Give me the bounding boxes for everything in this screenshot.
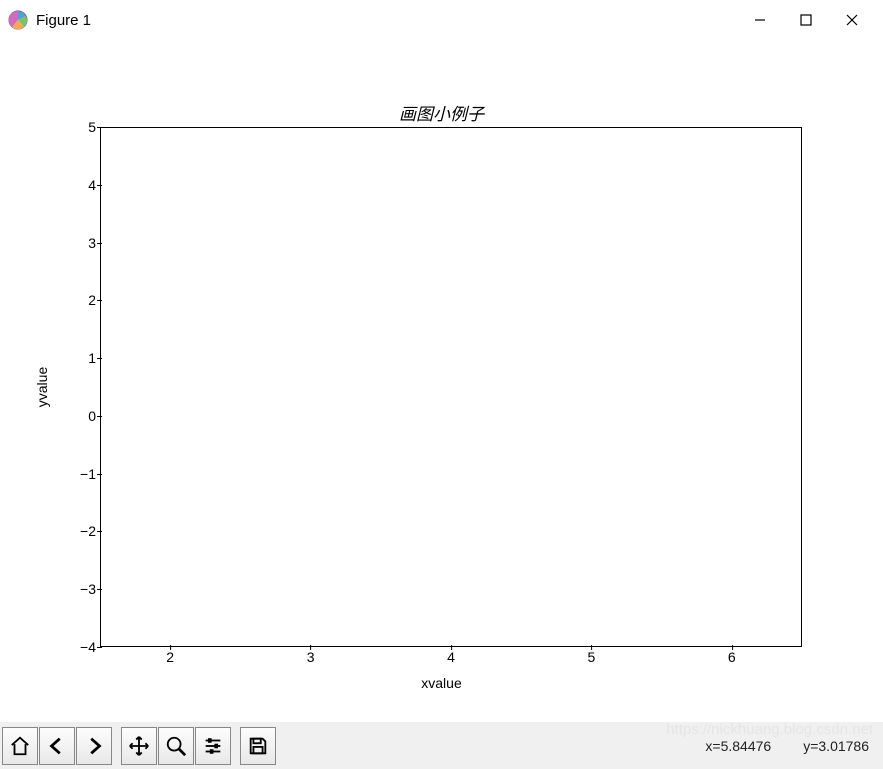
axes-box [100, 127, 802, 647]
x-tick-label: 6 [728, 649, 736, 665]
maximize-button[interactable] [783, 4, 829, 36]
matplotlib-icon [8, 10, 28, 30]
y-tick-label: −4 [0, 639, 96, 655]
home-button[interactable] [2, 727, 38, 765]
close-button[interactable] [829, 4, 875, 36]
y-tick-label: −1 [0, 466, 96, 482]
configure-button[interactable] [195, 727, 231, 765]
x-axis-label: xvalue [0, 675, 883, 691]
x-tick-label: 4 [447, 649, 455, 665]
y-axis-label: yvalue [34, 367, 50, 407]
y-tick-label: 1 [0, 350, 96, 366]
minimize-button[interactable] [737, 4, 783, 36]
titlebar: Figure 1 [0, 0, 883, 40]
y-tick-label: −2 [0, 523, 96, 539]
window-title: Figure 1 [36, 12, 91, 29]
x-tick-label: 5 [587, 649, 595, 665]
back-button[interactable] [39, 727, 75, 765]
x-tick-label: 3 [307, 649, 315, 665]
y-tick-label: 0 [0, 408, 96, 424]
y-tick-label: 2 [0, 292, 96, 308]
toolbar: x=5.84476 y=3.01786 [0, 722, 883, 769]
y-tick-label: 4 [0, 177, 96, 193]
y-tick-label: 3 [0, 235, 96, 251]
forward-button[interactable] [76, 727, 112, 765]
y-tick-label: −3 [0, 581, 96, 597]
window-controls [737, 4, 875, 36]
plot-canvas[interactable]: 画图小例子 yvalue xvalue −4 −3 −2 −1 0 1 2 3 4 5 2 3 4 5 6 [0, 45, 883, 722]
y-coord: y=3.01786 [803, 738, 869, 754]
pan-button[interactable] [121, 727, 157, 765]
zoom-button[interactable] [158, 727, 194, 765]
chart-title: 画图小例子 [0, 100, 883, 125]
x-coord: x=5.84476 [705, 738, 771, 754]
save-button[interactable] [240, 727, 276, 765]
y-tick-label: 5 [0, 119, 96, 135]
coord-readout: x=5.84476 y=3.01786 [705, 738, 881, 754]
x-tick-label: 2 [166, 649, 174, 665]
